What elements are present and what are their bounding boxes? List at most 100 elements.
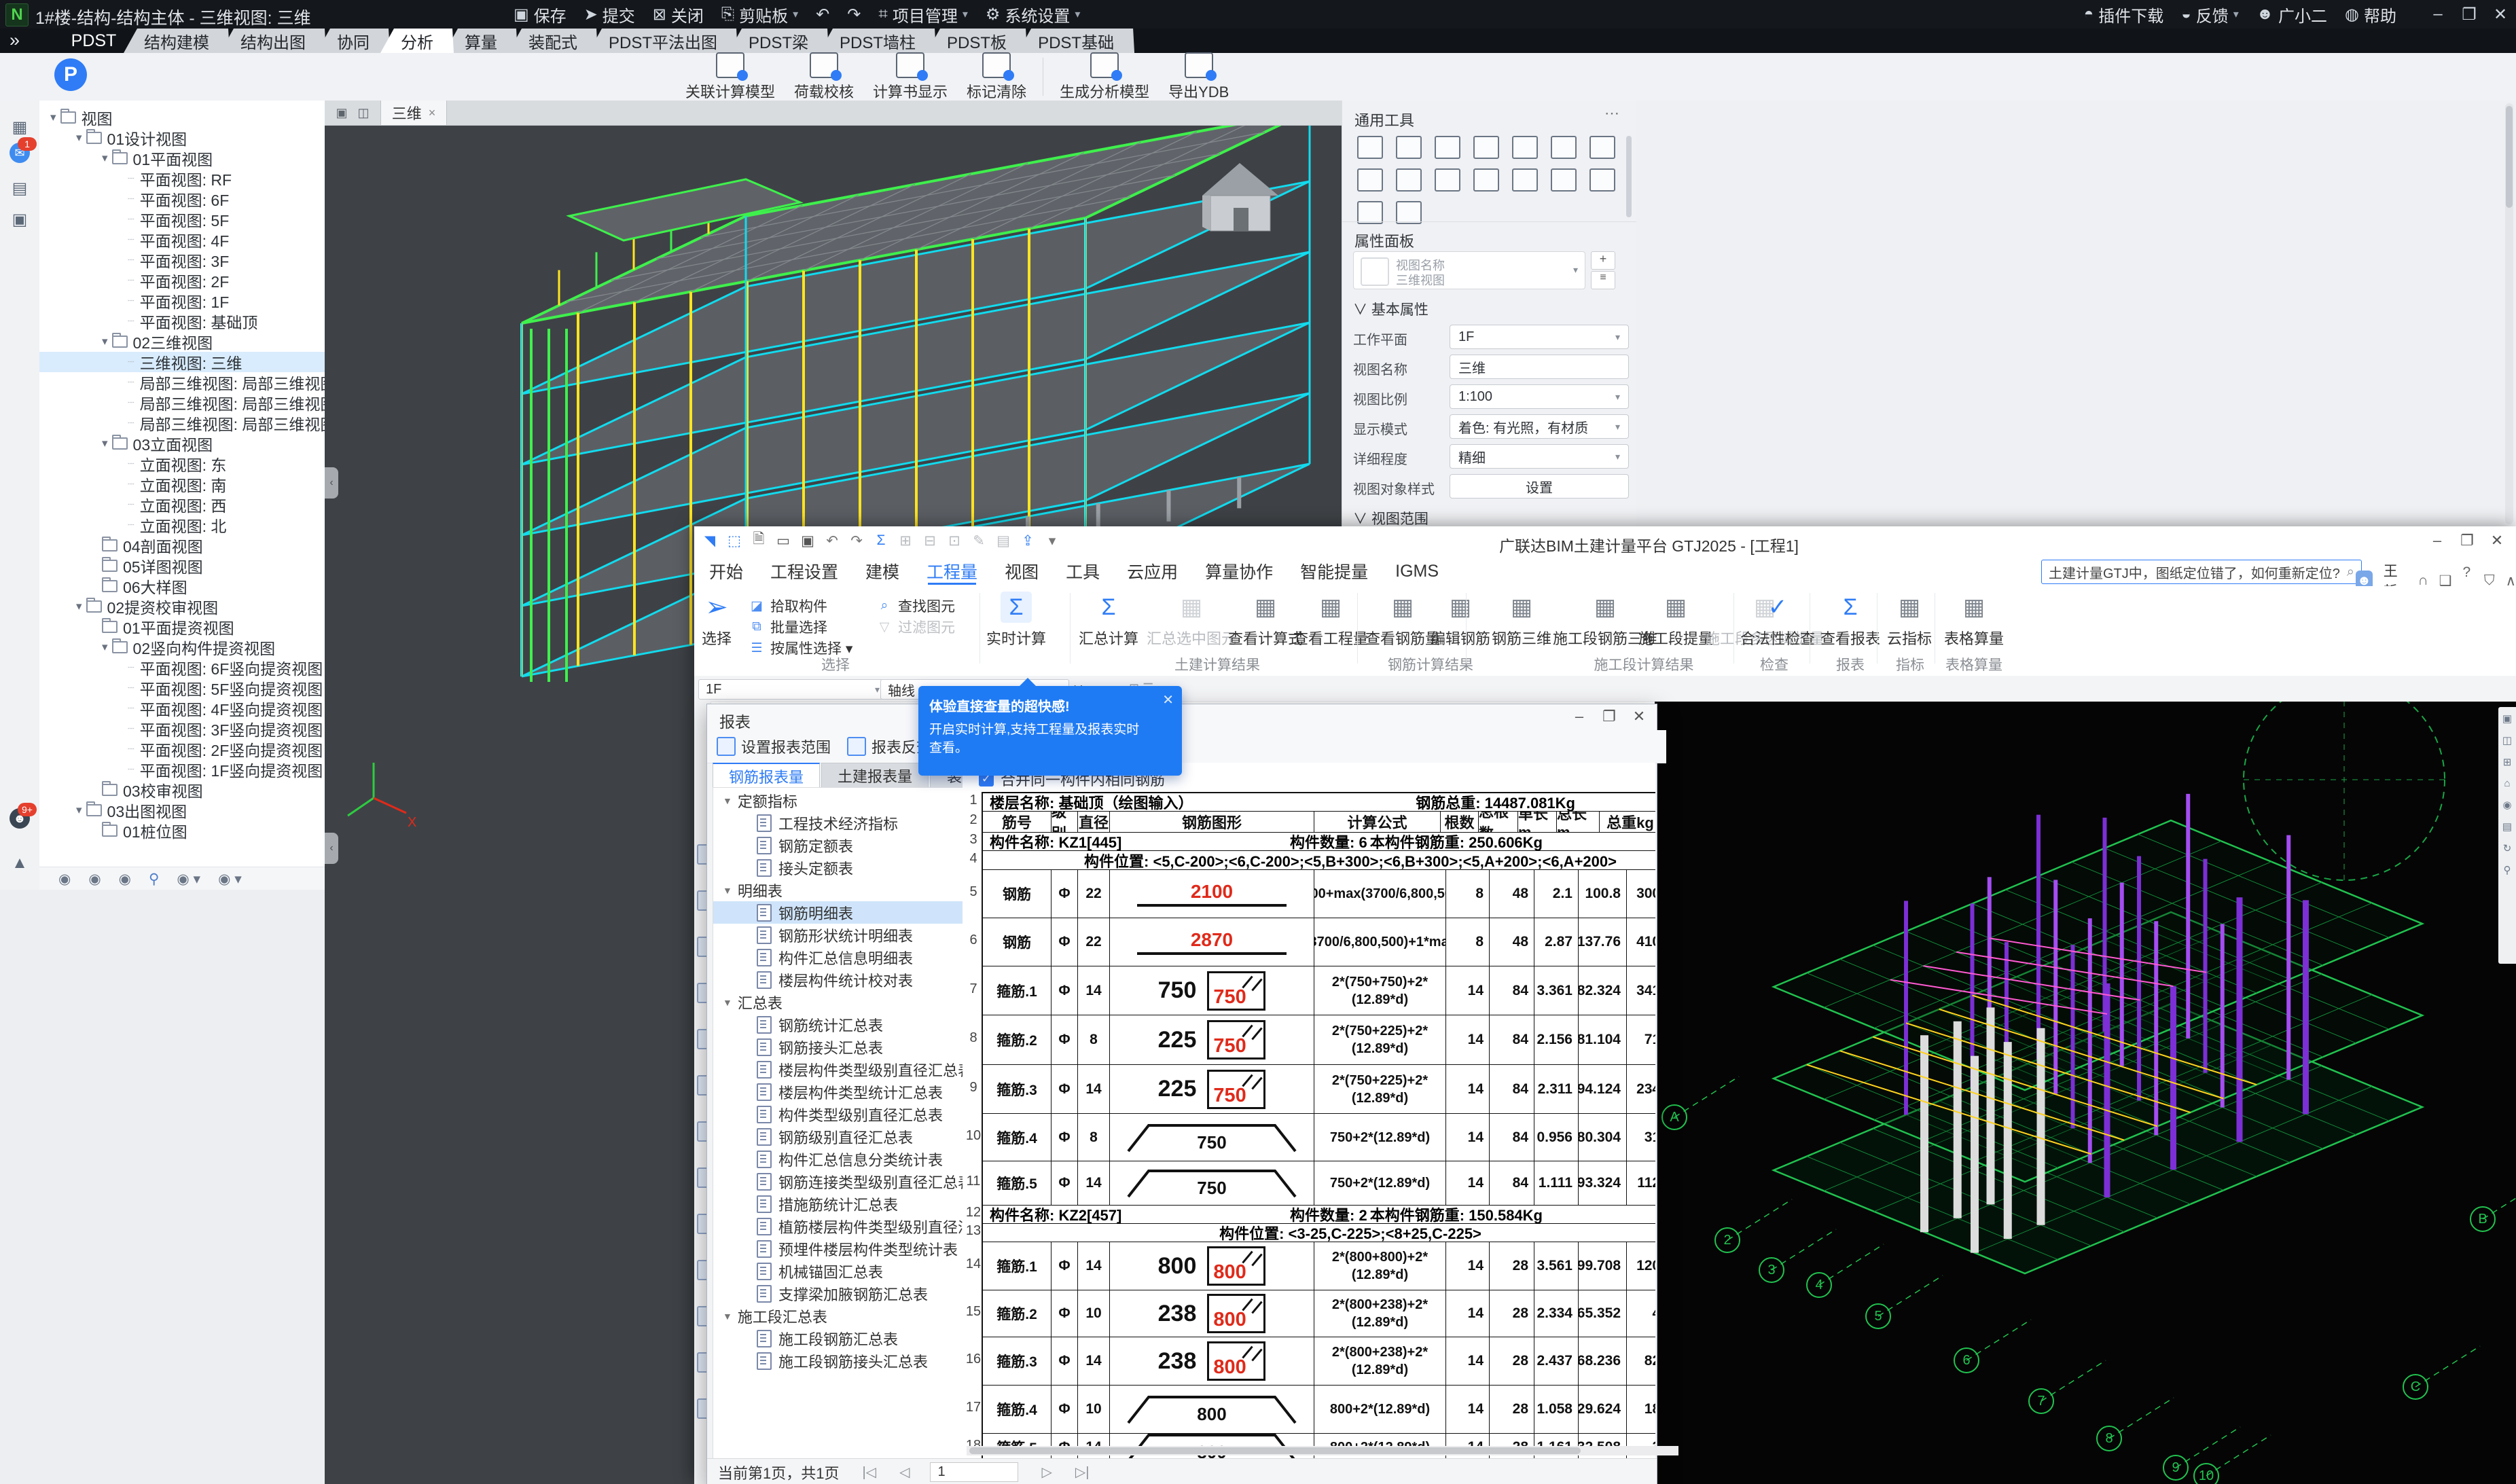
report-item-钢筋定额表[interactable]: 钢筋定额表 xyxy=(713,834,963,856)
tool-icon-6[interactable] xyxy=(1589,136,1615,159)
插件下载-button[interactable]: ◓插件下载 xyxy=(2084,3,2164,26)
系统设置-button[interactable]: ⚙系统设置▾ xyxy=(986,3,1081,26)
report-item-钢筋统计汇总表[interactable]: 钢筋统计汇总表 xyxy=(713,1013,963,1036)
pdst-tab-分析[interactable]: 分析 xyxy=(380,29,454,53)
tree-item-01设计视图[interactable]: ▾01设计视图 xyxy=(39,128,325,148)
tree-item-平面视图-5F[interactable]: ┈平面视图: 5F xyxy=(39,209,325,230)
search-icon[interactable]: ⌕ xyxy=(2347,564,2354,580)
tree-item-03立面视图[interactable]: ▾03立面视图 xyxy=(39,433,325,454)
剪贴板-button[interactable]: ⎘剪贴板▾ xyxy=(721,3,798,26)
first-page-icon[interactable]: |◁ xyxy=(862,1464,876,1481)
ribbon-button-钢筋三维[interactable]: ▦钢筋三维 xyxy=(1492,592,1551,649)
filter-props-button[interactable]: ≡ xyxy=(1591,271,1615,289)
report-group-定额指标[interactable]: ▼定额指标 xyxy=(713,789,963,812)
tool-icon-13[interactable] xyxy=(1589,168,1615,192)
open-icon[interactable]: ▭ xyxy=(774,532,792,549)
chevron-down-icon[interactable]: ▾ xyxy=(102,437,108,450)
type-selector[interactable]: 视图名称三维视图▾ xyxy=(1353,251,1585,289)
grid-icon[interactable]: ⊟ xyxy=(921,532,939,549)
tree-item-立面视图-西[interactable]: ┈立面视图: 西 xyxy=(39,494,325,515)
tree-item-平面视图-3F[interactable]: ┈平面视图: 3F xyxy=(39,250,325,270)
leftbar-icon[interactable]: ▣ xyxy=(8,208,31,231)
保存-button[interactable]: ▣保存 xyxy=(514,3,567,26)
message-icon[interactable]: ✉1 xyxy=(10,143,30,163)
report-item-钢筋级别直径汇总表[interactable]: 钢筋级别直径汇总表 xyxy=(713,1125,963,1148)
pdst-maximize-button[interactable]: ❐ xyxy=(2454,0,2485,29)
vs-icon-4[interactable]: ⌂ xyxy=(2504,778,2510,789)
edit-icon[interactable]: ✎ xyxy=(970,532,988,549)
pdst-right-scrollbar-thumb[interactable] xyxy=(2506,106,2513,208)
gtj-3d-viewport[interactable]: ▣◫ ⊞⌂ ◉▤ ↻⚲ A2345678910BC xyxy=(1655,702,2516,1484)
tree-item-立面视图-北[interactable]: ┈立面视图: 北 xyxy=(39,515,325,535)
field-视图对象样式[interactable]: 设置 xyxy=(1450,474,1629,499)
sum-icon[interactable]: Σ xyxy=(872,532,890,549)
gtj-menu-开始[interactable]: 开始 xyxy=(709,556,743,586)
tree-item-05详图视图[interactable]: 05详图视图 xyxy=(39,556,325,576)
ribbon-item-过滤图元[interactable]: ▽过滤图元 xyxy=(876,617,955,637)
ribbon-item-标记清除[interactable]: 标记清除 xyxy=(967,52,1026,102)
chevron-down-icon[interactable]: ▾ xyxy=(102,151,108,165)
tree-item-平面视图-1F[interactable]: ┈平面视图: 1F xyxy=(39,291,325,311)
pdst-tab-协同[interactable]: 协同 xyxy=(317,29,390,53)
report-item-施工段钢筋汇总表[interactable]: 施工段钢筋汇总表 xyxy=(713,1327,963,1350)
ribbon-item-荷载校核[interactable]: 荷载校核 xyxy=(794,52,854,102)
more-icon[interactable]: ▾ xyxy=(1043,532,1061,549)
关闭-button[interactable]: ⊠关闭 xyxy=(653,3,704,26)
tree-item-局部三维视图-局部三维视图1(复制1)[interactable]: ┈局部三维视图: 局部三维视图1(复制1) xyxy=(39,393,325,413)
report-item-施工段钢筋接头汇总表[interactable]: 施工段钢筋接头汇总表 xyxy=(713,1350,963,1372)
pdst-tab-PDST板[interactable]: PDST板 xyxy=(927,29,1027,53)
vs-icon-1[interactable]: ▣ xyxy=(2502,712,2512,725)
vs-icon-5[interactable]: ◉ xyxy=(2502,799,2511,811)
report-item-楼层构件类型级别直径汇总表[interactable]: 楼层构件类型级别直径汇总表 xyxy=(713,1058,963,1081)
gtj-search-box[interactable]: 土建计量GTJ中，图纸定位错了，如何重新定位? ⌕ xyxy=(2041,560,2362,584)
提交-button[interactable]: ➤提交 xyxy=(584,3,635,26)
chevron-down-icon[interactable]: ▾ xyxy=(102,335,108,348)
ribbon-button-合法性检查[interactable]: ✓合法性检查 xyxy=(1740,592,1815,649)
report-item-钢筋明细表[interactable]: 钢筋明细表 xyxy=(713,901,963,924)
chevron-down-icon[interactable]: ▾ xyxy=(102,640,108,654)
ribbon-button-查看计算式[interactable]: ▦查看计算式 xyxy=(1228,592,1303,649)
report-tab-土建报表量[interactable]: 土建报表量 xyxy=(821,763,929,788)
field-详细程度[interactable]: 精细▾ xyxy=(1450,444,1629,469)
pdst-close-button[interactable]: ✕ xyxy=(2485,0,2516,29)
gtj-menu-工程量[interactable]: 工程量 xyxy=(927,556,977,586)
pdst-menu-button[interactable]: PDST xyxy=(58,29,129,53)
tools-scrollbar[interactable] xyxy=(1626,136,1632,217)
广小二-button[interactable]: ☻广小二 xyxy=(2257,3,2327,26)
tree-item-平面视图-5F竖向提资视图[interactable]: ┈平面视图: 5F竖向提资视图 xyxy=(39,678,325,698)
new-icon[interactable]: 🗎 xyxy=(750,532,768,549)
report-item-钢筋接头汇总表[interactable]: 钢筋接头汇总表 xyxy=(713,1036,963,1058)
history-button[interactable]: ↶ xyxy=(816,5,829,24)
gtj-menu-视图[interactable]: 视图 xyxy=(1005,556,1039,586)
tree-item-01平面视图[interactable]: ▾01平面视图 xyxy=(39,148,325,168)
eye-settings-icon[interactable]: ◉ ▾ xyxy=(218,871,242,888)
gtj-menu-工具[interactable]: 工具 xyxy=(1066,556,1100,586)
report-group-汇总表[interactable]: ▼汇总表 xyxy=(713,991,963,1013)
notification-icon[interactable]: ☻9+ xyxy=(10,808,30,829)
field-工作平面[interactable]: 1F▾ xyxy=(1450,325,1629,349)
gtj-menu-建模[interactable]: 建模 xyxy=(865,556,899,586)
report-item-构件类型级别直径汇总表[interactable]: 构件类型级别直径汇总表 xyxy=(713,1103,963,1125)
history-button[interactable]: ↷ xyxy=(847,5,861,24)
ribbon-button-云指标[interactable]: ▦云指标 xyxy=(1887,592,1932,649)
viewport-tab-3d[interactable]: 三维 × xyxy=(380,101,447,125)
film-icon[interactable]: ▤ xyxy=(994,532,1012,549)
report-group-明细表[interactable]: ▼明细表 xyxy=(713,879,963,901)
vs-icon-2[interactable]: ◫ xyxy=(2502,734,2512,746)
report-item-接头定额表[interactable]: 接头定额表 xyxy=(713,856,963,879)
pdst-tab-算量[interactable]: 算量 xyxy=(444,29,518,53)
gtj-close-button[interactable]: ✕ xyxy=(2482,529,2512,552)
report-item-预埋件楼层构件类型统计表[interactable]: 预埋件楼层构件类型统计表 xyxy=(713,1237,963,1260)
ribbon-item-查找图元[interactable]: ⌕查找图元 xyxy=(876,596,955,616)
report-close-button[interactable]: ✕ xyxy=(1624,706,1654,727)
tool-icon-15[interactable] xyxy=(1396,201,1422,224)
undo-icon[interactable]: ↶ xyxy=(823,532,841,549)
report-tab-钢筋报表量[interactable]: 钢筋报表量 xyxy=(713,763,820,789)
pdst-tab-装配式[interactable]: 装配式 xyxy=(508,29,598,53)
tooltip-close-icon[interactable]: ✕ xyxy=(1162,691,1174,708)
ribbon-item-关联计算模型[interactable]: 关联计算模型 xyxy=(685,52,775,102)
tool-icon-0[interactable] xyxy=(1357,136,1383,159)
ribbon-button-汇总计算[interactable]: Σ汇总计算 xyxy=(1079,592,1138,649)
tree-item-01桩位图[interactable]: 01桩位图 xyxy=(39,820,325,841)
tree-item-平面视图-6F[interactable]: ┈平面视图: 6F xyxy=(39,189,325,209)
